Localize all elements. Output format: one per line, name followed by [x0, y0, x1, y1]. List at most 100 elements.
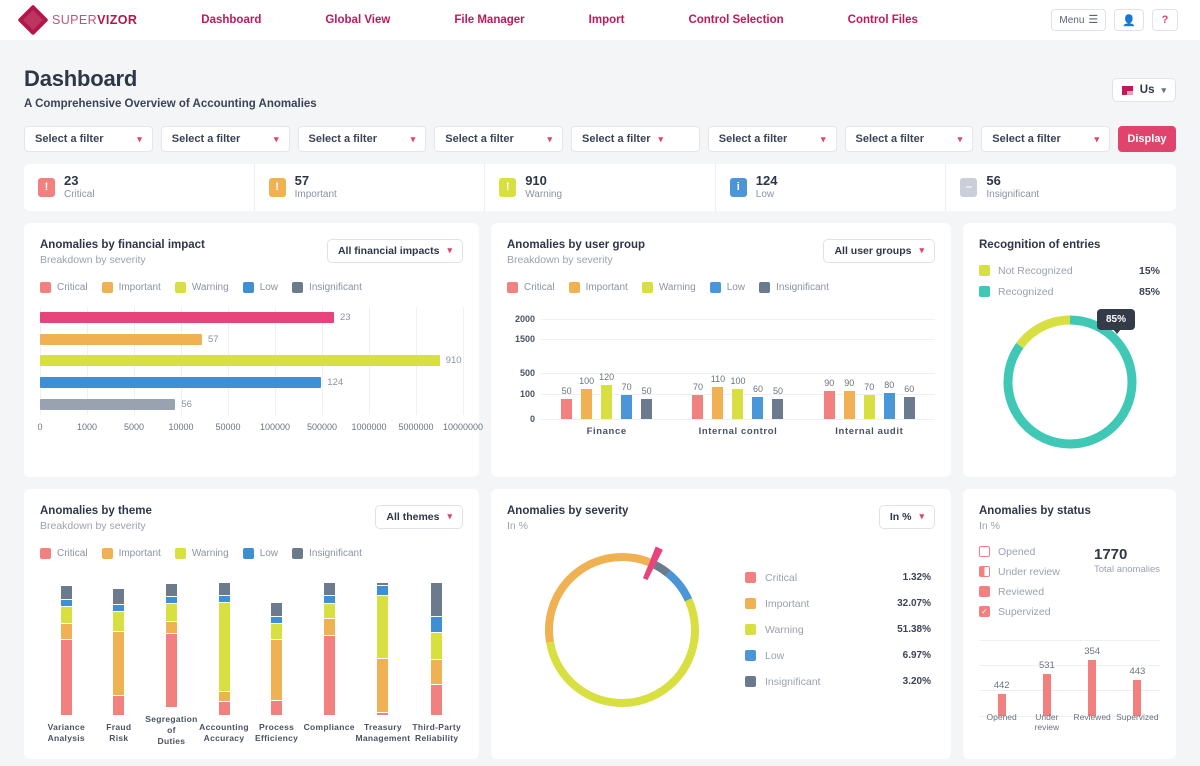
filter-select-6[interactable]: Select a filter▾	[708, 126, 837, 152]
filter-select-5[interactable]: Select a filter▾	[571, 126, 700, 152]
brand-logo[interactable]: SUPERVIZOR	[22, 9, 137, 31]
theme-column[interactable]: FraudRisk	[93, 575, 146, 747]
person-icon: 👤	[1122, 14, 1136, 27]
important-swatch-icon	[102, 548, 113, 559]
filter-select-4[interactable]: Select a filter▾	[434, 126, 563, 152]
kpi-warning[interactable]: ! 910 Warning	[485, 164, 716, 211]
important-icon: !	[269, 178, 286, 197]
bar[interactable]: 100	[732, 389, 743, 419]
severity-value-important: 32.07%	[897, 598, 931, 609]
nav-link-dashboard[interactable]: Dashboard	[169, 14, 293, 26]
bar-row[interactable]: 124	[40, 377, 463, 388]
bar[interactable]: 70	[864, 395, 875, 419]
theme-column[interactable]: VarianceAnalysis	[40, 575, 93, 747]
stack-segment	[324, 595, 335, 603]
bar[interactable]: 60	[904, 397, 915, 419]
nav-link-global-view[interactable]: Global View	[293, 14, 422, 26]
filter-select-2[interactable]: Select a filter▾	[161, 126, 290, 152]
bar[interactable]: 80	[884, 393, 895, 419]
filter-select-7[interactable]: Select a filter▾	[845, 126, 974, 152]
bar[interactable]: 50	[641, 399, 652, 419]
theme-column[interactable]: ProcessEfficiency	[250, 575, 303, 747]
status-bar-column[interactable]: 531	[1024, 640, 1069, 716]
brand-name-bold: VIZOR	[97, 13, 137, 27]
theme-column[interactable]: TreasuryManagement	[355, 575, 410, 747]
x-tick-label: Finance	[541, 426, 672, 437]
filter-select-3[interactable]: Select a filter▾	[298, 126, 427, 152]
status-bar-column[interactable]: 442	[979, 640, 1024, 716]
bar[interactable]: 120	[601, 385, 612, 419]
kpi-critical[interactable]: ! 23 Critical	[24, 164, 255, 211]
page-header: Dashboard A Comprehensive Overview of Ac…	[24, 40, 1176, 110]
country-selector[interactable]: Us ▾	[1112, 78, 1176, 102]
bar[interactable]: 110	[712, 387, 723, 419]
donut-segment[interactable]	[655, 565, 668, 573]
donut-segment[interactable]	[550, 600, 695, 703]
x-tick-label: 5000000	[398, 422, 433, 432]
theme-column[interactable]: AccountingAccuracy	[198, 575, 251, 747]
bar[interactable]: 90	[844, 391, 855, 419]
kpi-insignificant[interactable]: – 56 Insignificant	[946, 164, 1176, 211]
theme-column[interactable]: Compliance	[303, 575, 356, 747]
help-button[interactable]: ?	[1152, 9, 1178, 31]
donut-segment[interactable]	[649, 562, 655, 565]
bar[interactable]: 50	[772, 399, 783, 419]
chevron-down-icon: ▾	[447, 511, 452, 522]
nav-link-import[interactable]: Import	[557, 14, 657, 26]
bar-row[interactable]: 23	[40, 312, 463, 323]
brand-name: SUPERVIZOR	[52, 13, 137, 27]
stack-segment	[377, 595, 388, 658]
status-bar-column[interactable]: 354	[1070, 640, 1115, 716]
status-plot: 442531354443 OpenedUnder reviewReviewedS…	[979, 640, 1160, 732]
stack-segment	[324, 618, 335, 635]
recognition-row-not-recognized: Not Recognized 15%	[979, 265, 1160, 277]
display-button[interactable]: Display	[1118, 126, 1176, 152]
nav-link-control-selection[interactable]: Control Selection	[656, 14, 815, 26]
filter-placeholder-7: Select a filter	[856, 133, 924, 145]
filter-select-1[interactable]: Select a filter▾	[24, 126, 153, 152]
donut-segment[interactable]	[1019, 320, 1069, 346]
chevron-down-icon: ▾	[1161, 85, 1166, 96]
stack-segment	[219, 595, 230, 602]
kpi-important[interactable]: ! 57 Important	[255, 164, 486, 211]
nav-link-file-manager[interactable]: File Manager	[422, 14, 556, 26]
user-group-select[interactable]: All user groups ▾	[823, 239, 935, 263]
theme-column[interactable]: SegregationofDuties	[145, 575, 198, 747]
filter-placeholder-5: Select a filter	[582, 133, 650, 145]
severity-label-low: Low	[765, 650, 784, 662]
financial-impact-select[interactable]: All financial impacts ▾	[327, 239, 463, 263]
recognition-tooltip: 85%	[1097, 309, 1135, 330]
donut-segment[interactable]	[549, 557, 649, 642]
bar-row[interactable]: 57	[40, 334, 463, 345]
bar[interactable]: 90	[824, 391, 835, 419]
bar[interactable]: 70	[692, 395, 703, 419]
theme-select[interactable]: All themes ▾	[375, 505, 463, 529]
bar-row[interactable]: 910	[40, 355, 463, 366]
nav-link-control-files[interactable]: Control Files	[816, 14, 950, 26]
legend-item-warning: Warning	[175, 548, 229, 559]
severity-donut-chart[interactable]	[507, 542, 737, 718]
theme-column[interactable]: Third-PartyReliability	[410, 575, 463, 747]
theme-header: Anomalies by theme Breakdown by severity…	[40, 505, 463, 532]
page-body: Dashboard A Comprehensive Overview of Ac…	[0, 40, 1200, 759]
bar: 531	[1043, 674, 1051, 716]
bar[interactable]: 50	[561, 399, 572, 419]
account-button[interactable]: 👤	[1114, 9, 1144, 31]
recognition-donut-chart[interactable]	[995, 307, 1145, 462]
menu-button[interactable]: Menu ☰	[1051, 9, 1106, 31]
bar[interactable]: 70	[621, 395, 632, 419]
status-bar-column[interactable]: 443	[1115, 640, 1160, 716]
stack-segment	[166, 603, 177, 621]
bar-row[interactable]: 56	[40, 399, 463, 410]
severity-select[interactable]: In % ▾	[879, 505, 935, 529]
bar[interactable]: 60	[752, 397, 763, 419]
theme-label: FraudRisk	[106, 722, 131, 744]
filter-select-8[interactable]: Select a filter▾	[981, 126, 1110, 152]
stack-segment	[166, 583, 177, 596]
donut-segment[interactable]	[668, 573, 688, 599]
status-legend: Opened Under review Reviewed ✓Supervized…	[979, 546, 1160, 626]
bar[interactable]: 100	[581, 389, 592, 419]
kpi-low[interactable]: i 124 Low	[716, 164, 947, 211]
theme-label: VarianceAnalysis	[48, 722, 85, 744]
legend-item-warning: Warning	[642, 282, 696, 293]
